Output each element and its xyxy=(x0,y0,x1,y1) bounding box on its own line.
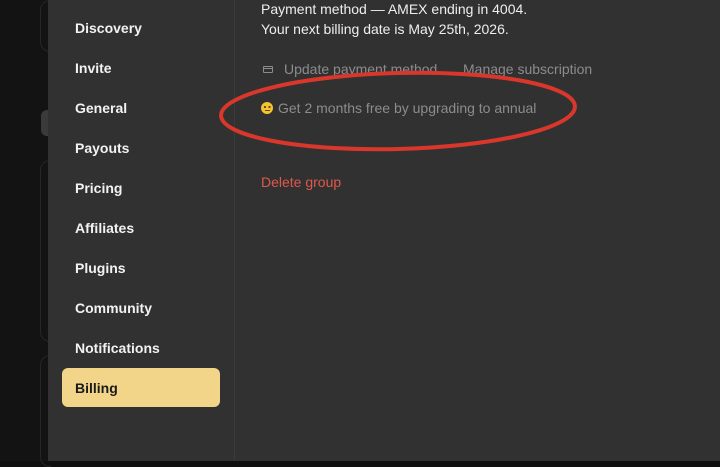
sidebar-item-notifications[interactable]: Notifications xyxy=(62,329,220,367)
smiley-emoji-icon xyxy=(261,102,273,114)
update-payment-method-link[interactable]: Update payment method xyxy=(263,61,437,77)
settings-modal: Discovery Invite General Payouts Pricing… xyxy=(48,0,720,461)
next-billing-date-text: Your next billing date is May 25th, 2026… xyxy=(261,21,509,37)
update-payment-method-label: Update payment method xyxy=(284,61,438,77)
sidebar-item-billing[interactable]: Billing xyxy=(62,368,220,407)
sidebar-item-pricing[interactable]: Pricing xyxy=(62,169,220,207)
sidebar-item-payouts[interactable]: Payouts xyxy=(62,129,220,167)
settings-sidebar: Discovery Invite General Payouts Pricing… xyxy=(48,0,235,461)
payment-method-text: Payment method — AMEX ending in 4004. xyxy=(261,1,528,17)
sidebar-item-plugins[interactable]: Plugins xyxy=(62,249,220,287)
delete-group-button[interactable]: Delete group xyxy=(261,174,341,190)
sidebar-item-invite[interactable]: Invite xyxy=(62,49,220,87)
sidebar-item-discovery[interactable]: Discovery xyxy=(62,9,220,47)
upgrade-annual-promo-label: Get 2 months free by upgrading to annual xyxy=(278,100,537,116)
sidebar-item-affiliates[interactable]: Affiliates xyxy=(62,209,220,247)
backdrop-edge xyxy=(0,0,51,467)
upgrade-annual-promo[interactable]: Get 2 months free by upgrading to annual xyxy=(261,100,536,116)
manage-subscription-link[interactable]: Manage subscription xyxy=(463,61,592,77)
credit-card-icon xyxy=(263,65,273,73)
billing-content: Payment method — AMEX ending in 4004. Yo… xyxy=(261,0,720,461)
sidebar-item-community[interactable]: Community xyxy=(62,289,220,327)
manage-subscription-label: Manage subscription xyxy=(463,61,593,77)
sidebar-item-general[interactable]: General xyxy=(62,89,220,127)
